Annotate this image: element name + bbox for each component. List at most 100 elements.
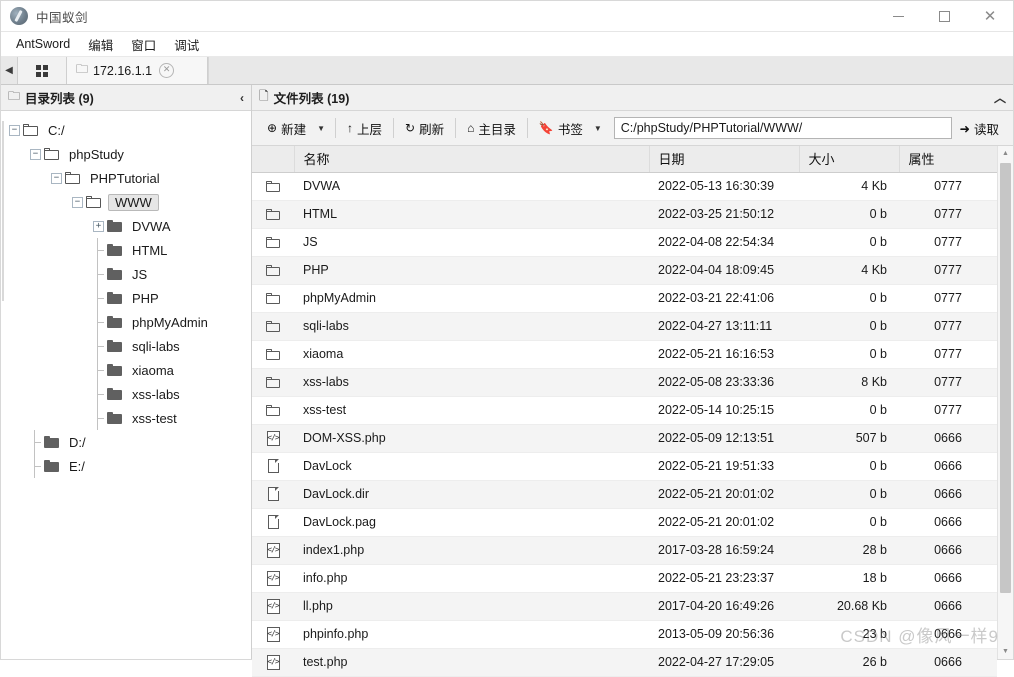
file-date-cell: 2022-05-09 12:13:51 xyxy=(649,424,799,453)
tree-item[interactable]: xiaoma xyxy=(1,358,251,382)
table-row[interactable]: sqli-labs 2022-04-27 13:11:11 0 b 0777 xyxy=(252,312,997,341)
table-row[interactable]: xiaoma 2022-05-21 16:16:53 0 b 0777 xyxy=(252,340,997,369)
table-row[interactable]: DavLock.pag 2022-05-21 20:01:02 0 b 0666 xyxy=(252,508,997,537)
tree-collapse-icon[interactable]: − xyxy=(51,172,62,184)
file-date-cell: 2022-05-13 16:30:39 xyxy=(649,172,799,201)
file-attr-cell: 0666 xyxy=(899,648,997,677)
column-header-size[interactable]: 大小 xyxy=(799,146,900,173)
tree-item[interactable]: HTML xyxy=(1,238,251,262)
tree-item[interactable]: PHP xyxy=(1,286,251,310)
new-dropdown-caret-icon[interactable]: ▼ xyxy=(315,124,333,133)
new-button[interactable]: ⊕ 新建 xyxy=(258,116,315,140)
tab-172-16-1-1[interactable]: 🗀 172.16.1.1 ✕ xyxy=(67,57,208,84)
table-row[interactable]: </> test.php 2022-04-27 17:29:05 26 b 0666 xyxy=(252,648,997,677)
directory-tree: − C:/− phpStudy − PHPTutorial − WWW + DVWA HTML JS… xyxy=(1,111,251,659)
file-attr-cell: 0777 xyxy=(899,312,997,341)
tree-item[interactable]: phpMyAdmin xyxy=(1,310,251,334)
home-button[interactable]: ⌂ 主目录 xyxy=(458,116,525,140)
table-row[interactable]: HTML 2022-03-25 21:50:12 0 b 0777 xyxy=(252,200,997,229)
tree-item[interactable]: − PHPTutorial xyxy=(1,166,251,190)
column-header-name[interactable]: 名称 xyxy=(294,146,650,173)
tree-item[interactable]: xss-labs xyxy=(1,382,251,406)
minimize-button[interactable] xyxy=(875,1,921,31)
column-header-attr[interactable]: 属性 xyxy=(899,146,997,173)
tree-item[interactable]: sqli-labs xyxy=(1,334,251,358)
table-row[interactable]: PHP 2022-04-04 18:09:45 4 Kb 0777 xyxy=(252,256,997,285)
tree-item[interactable]: + DVWA xyxy=(1,214,251,238)
table-row[interactable]: phpMyAdmin 2022-03-21 22:41:06 0 b 0777 xyxy=(252,284,997,313)
tree-expand-icon[interactable]: + xyxy=(93,220,104,232)
scrollbar-thumb[interactable] xyxy=(1000,163,1011,593)
table-row[interactable]: DVWA 2022-05-13 16:30:39 4 Kb 0777 xyxy=(252,172,997,201)
table-row[interactable]: DavLock.dir 2022-05-21 20:01:02 0 b 0666 xyxy=(252,480,997,509)
table-row[interactable]: </> index1.php 2017-03-28 16:59:24 28 b 0666 xyxy=(252,536,997,565)
file-attr-cell: 0666 xyxy=(899,452,997,481)
code-glyph: </> xyxy=(267,629,279,638)
table-row[interactable]: xss-test 2022-05-14 10:25:15 0 b 0777 xyxy=(252,396,997,425)
tree-item[interactable]: − phpStudy xyxy=(1,142,251,166)
file-name-cell: sqli-labs xyxy=(294,312,649,341)
menu-item-edit[interactable]: 编辑 xyxy=(79,33,122,56)
tree-item[interactable]: D:/ xyxy=(1,430,251,454)
up-label: 上层 xyxy=(357,122,383,137)
menu-item-debug[interactable]: 调试 xyxy=(165,33,208,56)
collapse-up-icon[interactable]: ︿ xyxy=(994,89,1006,106)
code-file-icon: </> xyxy=(266,430,280,446)
collapse-left-icon[interactable]: ‹ xyxy=(240,91,244,105)
file-size-cell: 4 Kb xyxy=(799,172,899,201)
bookmark-button[interactable]: 🔖 书签 xyxy=(530,116,592,140)
tree-item[interactable]: JS xyxy=(1,262,251,286)
table-row[interactable]: </> phpinfo.php 2013-05-09 20:56:36 23 b 066… xyxy=(252,620,997,649)
tab-close-icon[interactable]: ✕ xyxy=(159,63,175,78)
table-row[interactable]: DavLock 2022-05-21 19:51:33 0 b 0666 xyxy=(252,452,997,481)
tree-item[interactable]: − C:/ xyxy=(1,118,251,142)
scrollbar-track[interactable] xyxy=(998,161,1013,644)
tree-collapse-icon[interactable]: − xyxy=(9,124,20,136)
close-button[interactable]: ✕ xyxy=(967,1,1013,31)
toolbar-separator xyxy=(393,118,395,138)
icon-wrapper: </> xyxy=(252,425,294,452)
maximize-button[interactable] xyxy=(921,1,967,31)
file-panel: 🗋 文件列表 (19) ︿ ⊕ 新建 ▼ ↑ 上层 ↻ 刷新 ⌂ 主目录 🔖 书… xyxy=(252,85,1013,677)
folder-solid-icon xyxy=(107,364,122,376)
table-row[interactable]: JS 2022-04-08 22:54:34 0 b 0777 xyxy=(252,228,997,257)
file-size-cell: 0 b xyxy=(799,200,899,229)
menu-item-window[interactable]: 窗口 xyxy=(122,33,165,56)
file-attr-cell: 0777 xyxy=(899,200,997,229)
refresh-button[interactable]: ↻ 刷新 xyxy=(396,116,453,140)
bookmark-dropdown-caret-icon[interactable]: ▼ xyxy=(592,124,610,133)
scroll-up-icon[interactable]: ▲ xyxy=(998,146,1013,161)
grid-view-button[interactable] xyxy=(17,57,67,84)
folder-solid-icon xyxy=(107,316,122,328)
table-row[interactable]: </> DOM-XSS.php 2022-05-09 12:13:51 507 b 06… xyxy=(252,424,997,453)
tree-collapse-icon[interactable]: − xyxy=(72,196,83,208)
file-name-cell: ll.php xyxy=(294,592,649,621)
menu-item-antsword[interactable]: AntSword xyxy=(7,35,79,53)
tree-item[interactable]: − WWW xyxy=(1,190,251,214)
scroll-down-icon[interactable]: ▼ xyxy=(998,644,1013,659)
tree-item[interactable]: xss-test xyxy=(1,406,251,430)
file-name-cell: DOM-XSS.php xyxy=(294,424,649,453)
file-table-body: DVWA 2022-05-13 16:30:39 4 Kb 0777 HTML 2022-… xyxy=(252,172,997,677)
code-file-icon: </> xyxy=(266,654,280,670)
folder-solid-icon xyxy=(107,268,122,280)
file-icon xyxy=(267,459,279,473)
column-header-date[interactable]: 日期 xyxy=(649,146,800,173)
up-button[interactable]: ↑ 上层 xyxy=(338,116,391,140)
icon-wrapper xyxy=(252,453,294,480)
path-input[interactable] xyxy=(613,117,952,139)
tab-scroll-left-icon[interactable]: ◀ xyxy=(1,57,17,84)
tree-item-label: phpStudy xyxy=(69,146,124,162)
table-row[interactable]: </> info.php 2022-05-21 23:23:37 18 b 0666 xyxy=(252,564,997,593)
table-row[interactable]: xss-labs 2022-05-08 23:33:36 8 Kb 0777 xyxy=(252,368,997,397)
tree-item[interactable]: E:/ xyxy=(1,454,251,478)
file-date-cell: 2022-04-08 22:54:34 xyxy=(649,228,799,257)
file-attr-cell: 0666 xyxy=(899,480,997,509)
tree-item-label: WWW xyxy=(108,193,159,211)
read-button[interactable]: ➜ 读取 xyxy=(958,119,1008,138)
table-row[interactable]: </> ll.php 2017-04-20 16:49:26 20.68 Kb 0666 xyxy=(252,592,997,621)
file-list-scrollbar[interactable]: ▲ ▼ xyxy=(997,146,1013,659)
tree-collapse-icon[interactable]: − xyxy=(30,148,41,160)
column-header-icon[interactable] xyxy=(252,146,295,173)
